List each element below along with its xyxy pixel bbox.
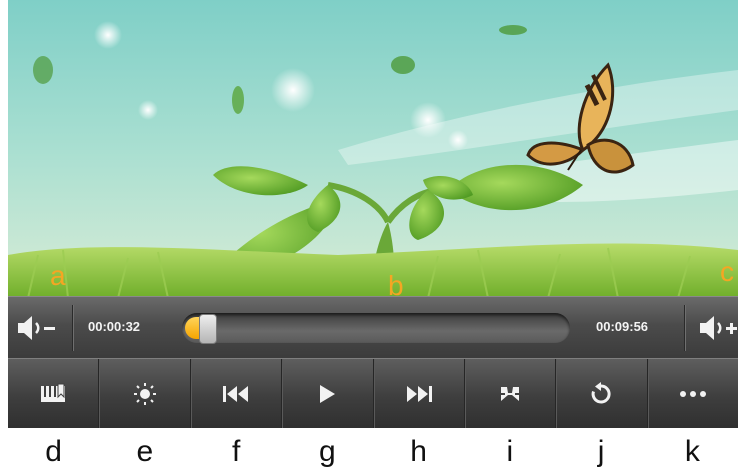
volume-up-button[interactable] xyxy=(694,311,738,345)
progress-thumb[interactable] xyxy=(199,314,217,344)
label-e: e xyxy=(136,435,154,468)
label-d: d xyxy=(45,435,62,468)
control-toolbar xyxy=(8,358,738,428)
callout-a: a xyxy=(50,260,66,291)
brightness-button[interactable] xyxy=(99,359,191,428)
divider xyxy=(684,305,685,351)
previous-button[interactable] xyxy=(191,359,283,428)
volume-down-button[interactable] xyxy=(12,311,64,345)
seek-bar: 00:00:32 00:09:56 xyxy=(8,296,738,359)
label-i: i xyxy=(506,435,514,468)
callout-b: b xyxy=(388,270,404,301)
previous-icon xyxy=(222,386,248,402)
more-icon xyxy=(679,391,706,397)
bookmark-icon xyxy=(41,383,66,402)
brightness-icon xyxy=(133,383,156,405)
progress-track[interactable] xyxy=(182,313,570,344)
volume-down-icon xyxy=(18,316,55,340)
divider xyxy=(72,305,73,351)
fullscreen-button[interactable] xyxy=(465,359,557,428)
callout-c: c xyxy=(720,256,734,287)
total-duration: 00:09:56 xyxy=(596,319,649,334)
volume-up-icon xyxy=(700,316,737,340)
fullscreen-icon xyxy=(501,387,520,401)
label-f: f xyxy=(231,435,241,468)
next-icon xyxy=(406,386,432,402)
play-icon xyxy=(320,385,336,403)
label-h: h xyxy=(410,435,427,468)
play-button[interactable] xyxy=(282,359,374,428)
label-j: j xyxy=(597,435,605,468)
more-button[interactable] xyxy=(648,359,738,428)
label-k: k xyxy=(684,435,700,468)
label-g: g xyxy=(319,435,336,468)
repeat-icon xyxy=(592,382,611,404)
bookmark-button[interactable] xyxy=(8,359,100,428)
repeat-button[interactable] xyxy=(556,359,648,428)
elapsed-time: 00:00:32 xyxy=(88,319,141,334)
video-player: 00:00:32 00:09:56 a b c xyxy=(8,0,738,428)
video-frame[interactable] xyxy=(8,0,738,298)
next-button[interactable] xyxy=(374,359,465,428)
button-letter-row: d e f g h i j k xyxy=(8,432,738,472)
